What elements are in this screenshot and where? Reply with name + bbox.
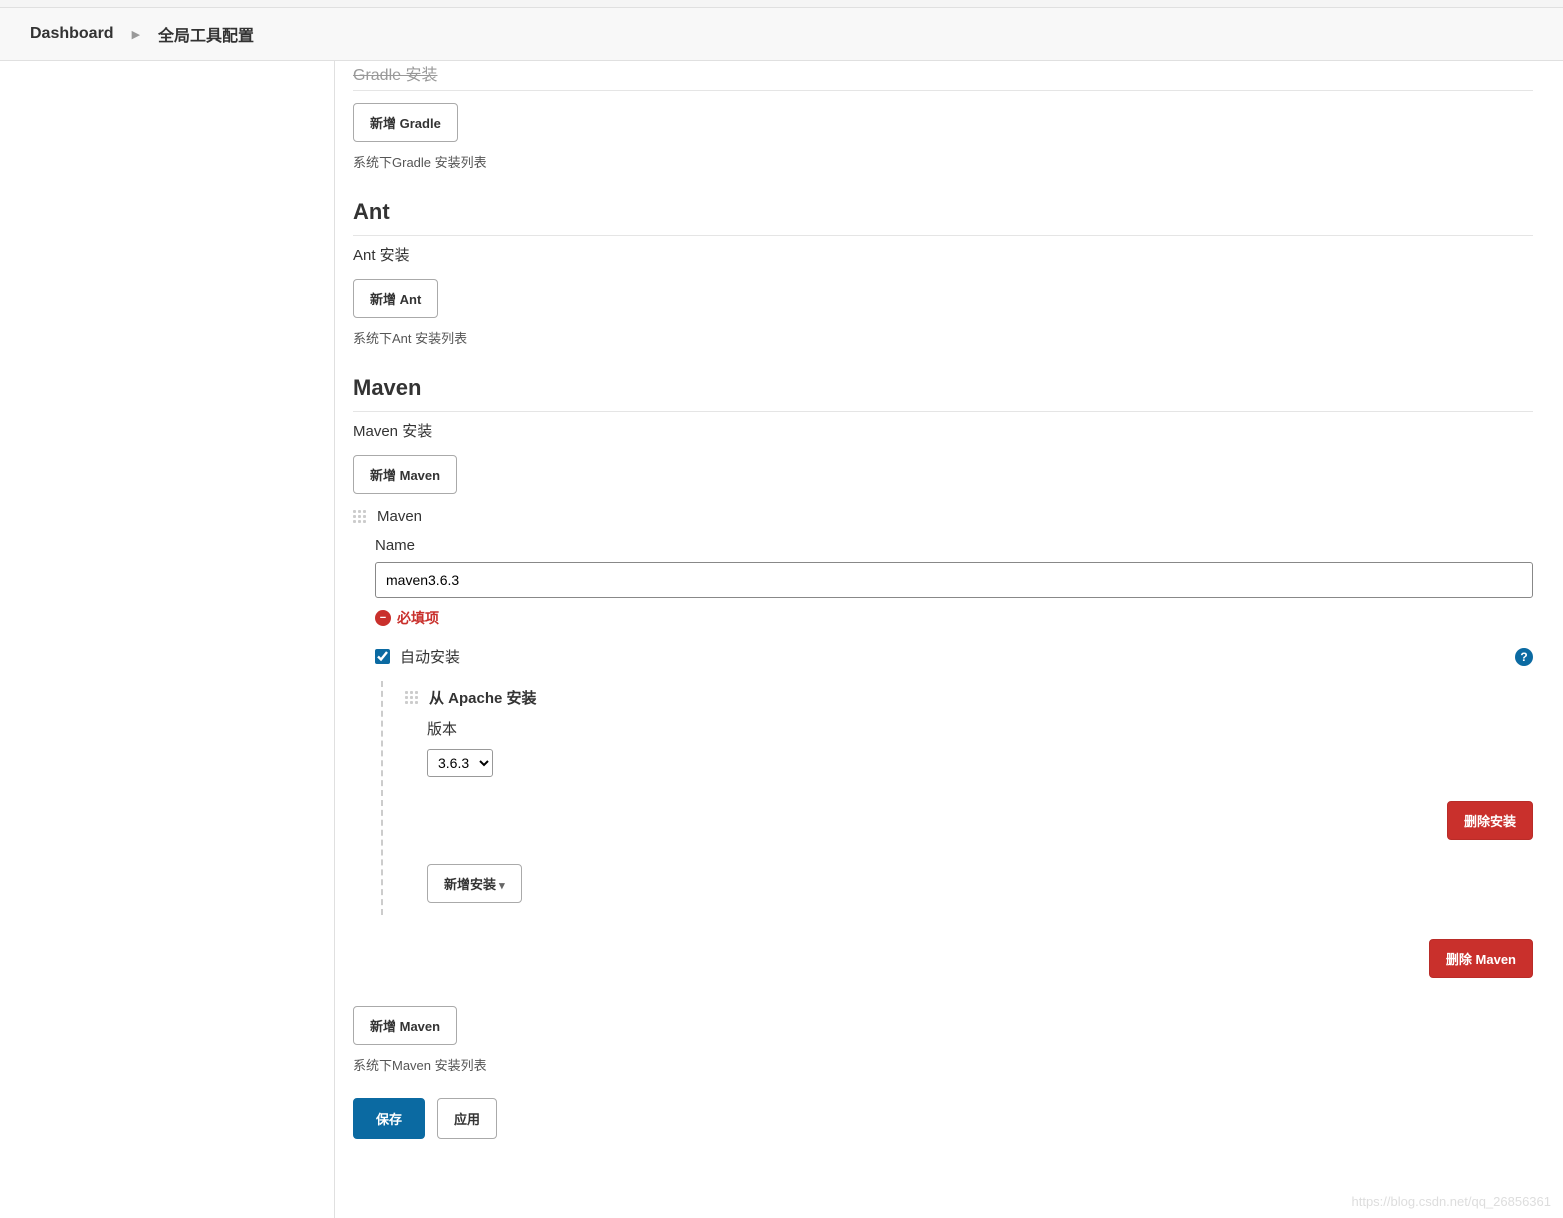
version-label: 版本	[427, 718, 1533, 739]
main-content: Gradle 安装 新增 Gradle 系统下Gradle 安装列表 Ant A…	[335, 61, 1563, 1218]
error-row: 必填项	[375, 608, 1533, 628]
maven-heading: Maven	[353, 375, 1533, 412]
name-field-label: Name	[375, 537, 1533, 554]
drag-handle-icon[interactable]	[405, 691, 419, 705]
save-button[interactable]: 保存	[353, 1098, 425, 1139]
maven-name-input[interactable]	[375, 562, 1533, 598]
breadcrumb-current: 全局工具配置	[158, 22, 254, 46]
add-gradle-button[interactable]: 新增 Gradle	[353, 103, 458, 142]
breadcrumb: Dashboard ▶ 全局工具配置	[0, 8, 1563, 61]
add-maven-button-top[interactable]: 新增 Maven	[353, 455, 457, 494]
gradle-cut-section: Gradle 安装	[353, 61, 1533, 91]
auto-install-checkbox[interactable]	[375, 649, 390, 664]
maven-install-title: Maven	[377, 508, 422, 525]
auto-install-label[interactable]: 自动安装	[400, 646, 460, 667]
delete-install-button[interactable]: 删除安装	[1447, 801, 1533, 840]
from-apache-label: 从 Apache 安装	[429, 687, 537, 708]
ant-heading: Ant	[353, 199, 1533, 236]
maven-install-block: Maven Name 必填项 自动安装 ? 从 Apache 安装	[353, 508, 1533, 978]
add-maven-button-bottom[interactable]: 新增 Maven	[353, 1006, 457, 1045]
error-text: 必填项	[397, 608, 439, 628]
delete-maven-button[interactable]: 删除 Maven	[1429, 939, 1533, 978]
maven-sub-label: Maven 安装	[353, 420, 1533, 441]
error-icon	[375, 610, 391, 626]
ant-hint: 系统下Ant 安装列表	[353, 328, 1533, 347]
drag-handle-icon[interactable]	[353, 510, 367, 524]
add-ant-button[interactable]: 新增 Ant	[353, 279, 438, 318]
browser-top-bar	[0, 0, 1563, 8]
bottom-actions: 保存 应用	[353, 1098, 1533, 1139]
add-installer-button[interactable]: 新增安装	[427, 864, 522, 903]
help-icon[interactable]: ?	[1515, 648, 1533, 666]
gradle-hint: 系统下Gradle 安装列表	[353, 152, 1533, 171]
version-select[interactable]: 3.6.3	[427, 749, 493, 777]
apache-install-block: 从 Apache 安装 版本 3.6.3 删除安装 新增安装	[381, 681, 1533, 915]
ant-sub-label: Ant 安装	[353, 244, 1533, 265]
apply-button[interactable]: 应用	[437, 1098, 497, 1139]
breadcrumb-separator-icon: ▶	[132, 28, 140, 41]
breadcrumb-dashboard-link[interactable]: Dashboard	[30, 25, 114, 43]
sidebar	[0, 61, 335, 1218]
maven-hint: 系统下Maven 安装列表	[353, 1055, 1533, 1074]
